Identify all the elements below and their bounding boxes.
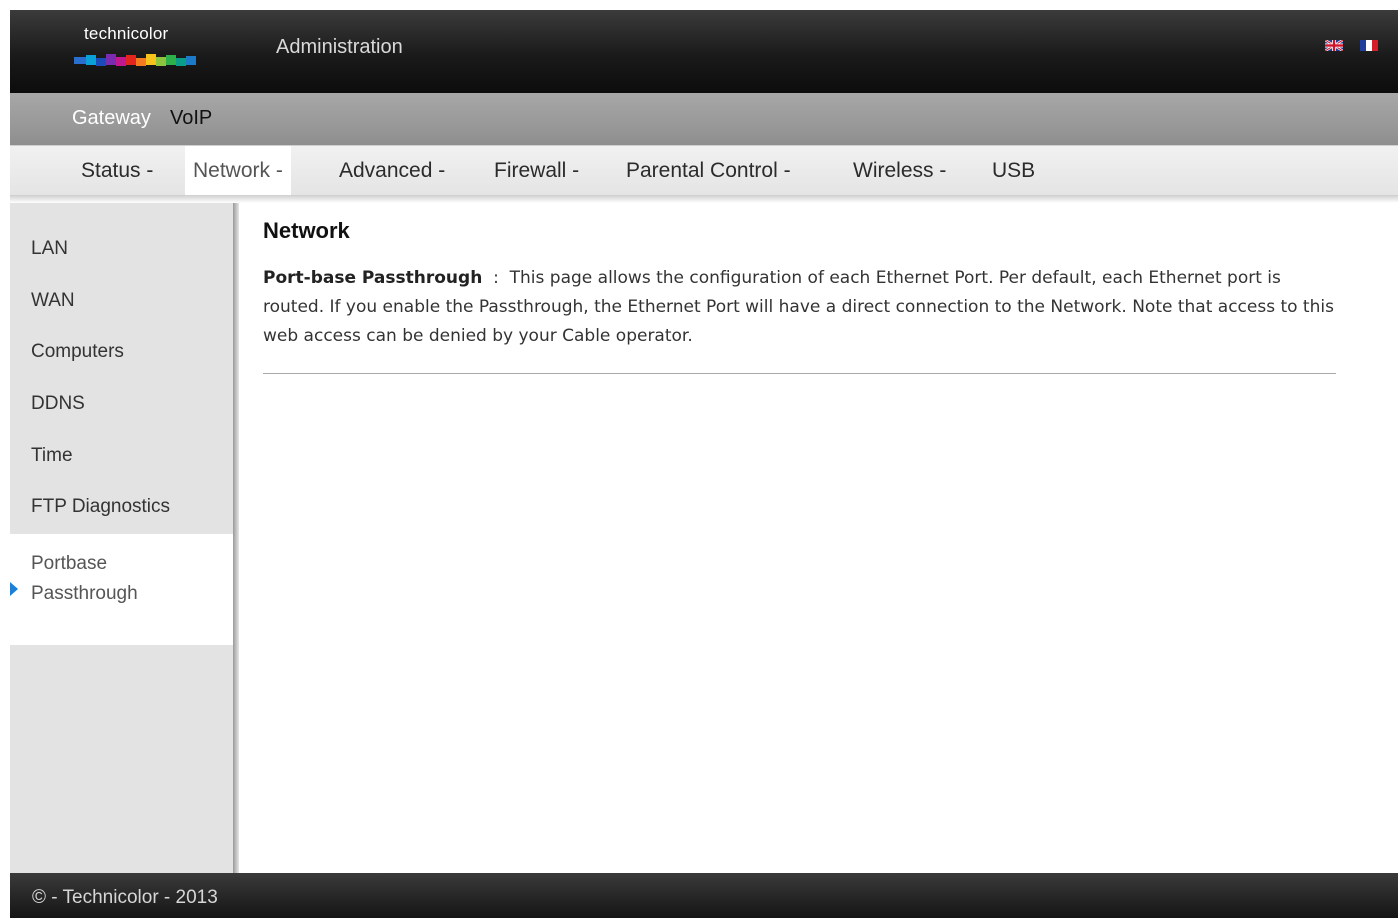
description-label: Port-base Passthrough [263,268,483,288]
sidebar-item-portbase-passthrough[interactable]: Portbase Passthrough [10,534,233,645]
app-frame: technicolor Administration Gateway VoIP … [10,10,1398,918]
tab-parental-control[interactable]: Parental Control - [618,146,799,196]
content-divider [263,373,1336,374]
sidebar: LAN WAN Computers DDNS Time FTP Diagnost… [10,203,233,873]
active-arrow-icon [10,582,18,596]
nav-shadow [10,195,1398,203]
nav-gateway[interactable]: Gateway [72,107,151,130]
app-title: Administration [276,36,403,58]
main-content: Network Port-base Passthrough : This pag… [263,218,1336,351]
sidebar-edge-shadow [233,203,239,873]
tab-status[interactable]: Status - [73,146,161,196]
sidebar-item-computers[interactable]: Computers [31,341,124,363]
primary-nav: Gateway VoIP [10,93,1398,145]
secondary-nav: Status - Network - Advanced - Firewall -… [10,145,1398,196]
sidebar-item-lan[interactable]: LAN [31,238,68,260]
header-bar: technicolor Administration [10,10,1398,93]
tab-wireless[interactable]: Wireless - [845,146,954,196]
tab-firewall[interactable]: Firewall - [486,146,587,196]
sidebar-item-wan[interactable]: WAN [31,290,75,312]
french-flag-icon[interactable] [1360,40,1378,51]
sidebar-item-time[interactable]: Time [31,445,73,467]
tab-usb[interactable]: USB [984,146,1043,196]
sidebar-item-ddns[interactable]: DDNS [31,393,85,415]
tab-advanced[interactable]: Advanced - [331,146,453,196]
page-description: Port-base Passthrough : This page allows… [263,264,1336,351]
language-switcher [1313,40,1378,52]
english-flag-icon[interactable] [1324,40,1343,51]
technicolor-logo[interactable]: technicolor [74,24,198,74]
logo-text: technicolor [84,24,169,43]
logo-color-bar-icon [74,54,196,66]
description-separator: : [482,268,510,288]
tab-network[interactable]: Network - [185,146,291,196]
nav-voip[interactable]: VoIP [170,107,212,130]
page-title: Network [263,218,350,243]
footer-bar: © - Technicolor - 2013 [10,873,1398,918]
sidebar-item-label: Portbase Passthrough [31,553,138,604]
sidebar-item-ftp-diagnostics[interactable]: FTP Diagnostics [31,496,170,518]
copyright-text: © - Technicolor - 2013 [32,887,218,908]
